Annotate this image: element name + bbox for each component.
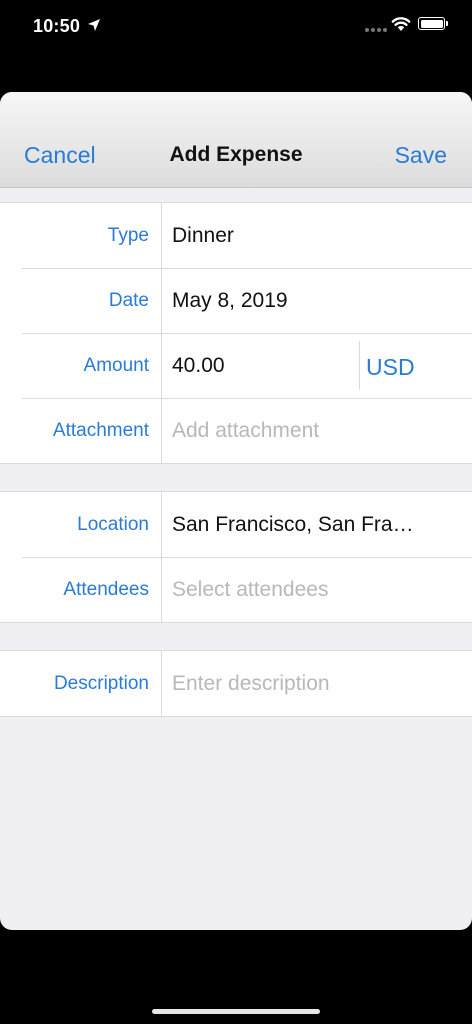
date-row[interactable]: Date May 8, 2019 bbox=[0, 268, 472, 333]
date-label: Date bbox=[108, 290, 149, 311]
type-row[interactable]: Type Dinner bbox=[0, 203, 472, 268]
signal-icon bbox=[365, 28, 387, 32]
battery-icon bbox=[418, 17, 448, 30]
home-indicator[interactable] bbox=[152, 1009, 320, 1014]
amount-input[interactable]: 40.00 bbox=[172, 354, 225, 378]
location-section: Location San Francisco, San Fra… Attende… bbox=[0, 491, 472, 623]
location-label: Location bbox=[77, 514, 149, 535]
amount-label: Amount bbox=[83, 355, 149, 376]
location-value[interactable]: San Francisco, San Fra… bbox=[172, 513, 414, 537]
amount-row[interactable]: Amount 40.00 USD bbox=[0, 333, 472, 398]
description-field[interactable]: Enter description bbox=[172, 672, 330, 696]
add-expense-sheet: Cancel Add Expense Save Type Dinner Date… bbox=[0, 92, 472, 930]
wifi-icon bbox=[391, 17, 411, 31]
description-section: Description Enter description bbox=[0, 650, 472, 717]
status-bar: 10:50 bbox=[0, 0, 472, 52]
location-arrow-icon bbox=[88, 19, 100, 31]
description-row[interactable]: Description Enter description bbox=[0, 651, 472, 716]
attachment-label: Attachment bbox=[52, 420, 149, 441]
status-time: 10:50 bbox=[33, 16, 81, 36]
currency-button[interactable]: USD bbox=[366, 354, 415, 381]
type-value[interactable]: Dinner bbox=[172, 224, 234, 248]
attendees-row[interactable]: Attendees Select attendees bbox=[0, 557, 472, 622]
save-button[interactable]: Save bbox=[395, 142, 447, 169]
currency-divider bbox=[359, 341, 360, 390]
navigation-bar: Cancel Add Expense Save bbox=[0, 92, 472, 188]
attachment-field[interactable]: Add attachment bbox=[172, 419, 319, 443]
location-row[interactable]: Location San Francisco, San Fra… bbox=[0, 492, 472, 557]
expense-details-section: Type Dinner Date May 8, 2019 Amount 40.0… bbox=[0, 202, 472, 464]
attachment-row[interactable]: Attachment Add attachment bbox=[0, 398, 472, 463]
date-value[interactable]: May 8, 2019 bbox=[172, 289, 288, 313]
description-label: Description bbox=[53, 673, 149, 694]
attendees-label: Attendees bbox=[63, 579, 149, 600]
type-label: Type bbox=[107, 225, 149, 246]
attendees-field[interactable]: Select attendees bbox=[172, 578, 328, 602]
